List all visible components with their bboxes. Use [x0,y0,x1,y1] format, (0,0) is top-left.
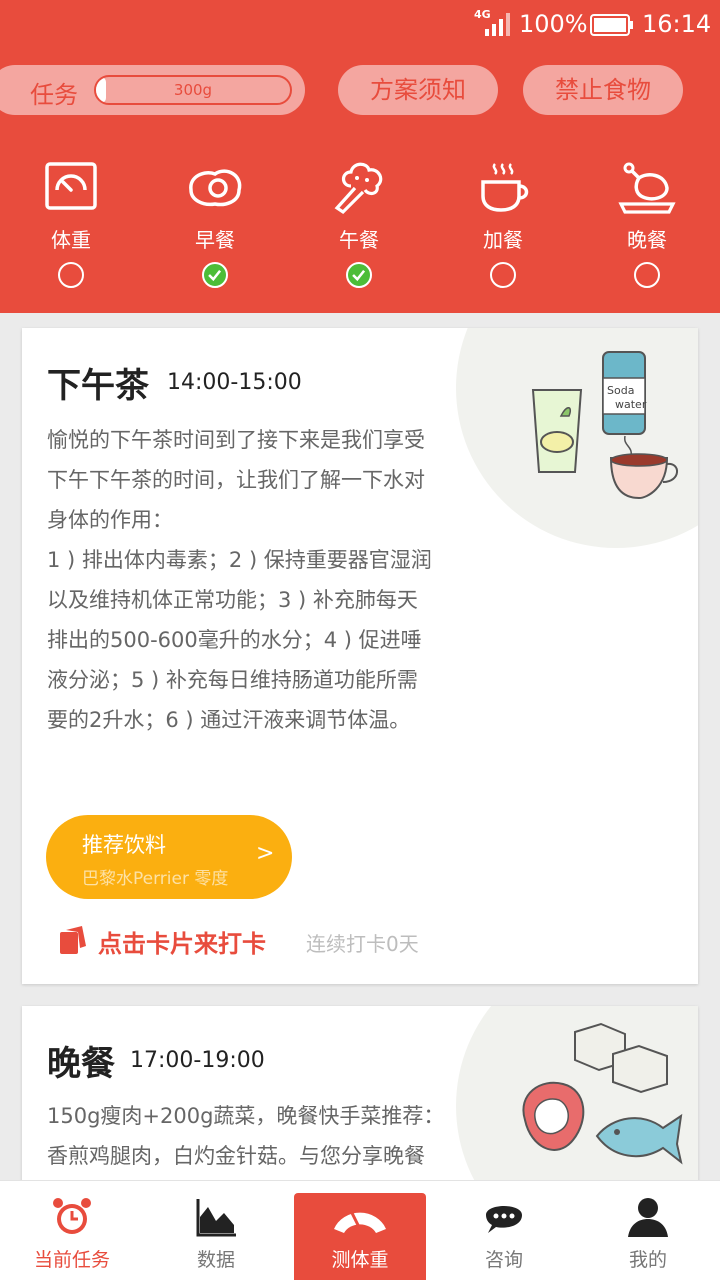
card-stack-icon [60,926,86,954]
person-icon [628,1198,668,1237]
desc-line: 愉悦的下午茶时间到了接下来是我们享受 [47,428,425,452]
task-progress-bar: 300g [94,75,292,105]
drinks-illustration: Soda water [531,351,678,500]
check-icon [352,269,366,282]
scale-gauge-icon [334,1212,386,1233]
soda-label: Soda [607,384,634,397]
coffee-cup-icon [481,163,529,212]
step-check [346,262,372,288]
step-snack[interactable]: 加餐 [448,160,558,300]
checkin-streak: 连续打卡0天 [306,932,419,956]
step-label: 早餐 [195,228,235,252]
header: 任务 300g 方案须知 禁止食物 体重 早餐 午餐 加餐 晚餐 [0,50,720,313]
step-check [634,262,660,288]
meal-steps: 体重 早餐 午餐 加餐 晚餐 [0,160,720,300]
tab-mine[interactable]: 我的 [582,1181,714,1280]
drink-title: 推荐饮料 [82,833,166,857]
roast-chicken-icon [618,162,676,214]
desc-line: 香煎鸡腿肉，白灼金针菇。与您分享晚餐 [47,1144,425,1168]
card-title: 晚餐 [47,1044,115,1084]
tab-data[interactable]: 数据 [150,1181,282,1280]
card-time: 14:00-15:00 [167,370,302,395]
step-label: 晚餐 [627,228,667,252]
scale-icon [45,162,97,210]
fried-egg-icon [189,169,242,207]
tab-label: 数据 [196,1249,235,1271]
step-weight[interactable]: 体重 [16,160,126,300]
chevron-right-icon: > [256,841,275,866]
afternoon-tea-card[interactable]: Soda water 下午茶 14:00-15:00 愉悦的下午茶时间到了接下来… [22,328,698,984]
tab-consult[interactable]: 咨询 [438,1181,570,1280]
bottom-tab-bar: 当前任务 数据 测体重 咨询 我的 [0,1180,720,1280]
step-check [58,262,84,288]
tab-label: 我的 [628,1249,667,1271]
card-description: 愉悦的下午茶时间到了接下来是我们享受 下午下午茶的时间，让我们了解一下水对 身体… [47,420,527,740]
tab-current-task[interactable]: 当前任务 [6,1181,138,1280]
tab-label: 当前任务 [33,1249,110,1271]
task-progress-value: 300g [173,81,213,99]
chat-bubble-icon [486,1206,522,1233]
battery-icon [590,14,633,36]
battery-percent: 100% [519,10,588,38]
desc-line: 150g瘦肉+200g蔬菜，晚餐快手菜推荐： [47,1104,445,1128]
water-label: water [615,398,647,411]
desc-line: 以及维持机体正常功能；3 ) 补充肺每天 [47,588,418,612]
desc-line: 液分泌；5 ) 补充每日维持肠道功能所需 [47,668,418,692]
card-time: 17:00-19:00 [130,1048,265,1073]
forbidden-food-button[interactable]: 禁止食物 [523,65,683,115]
checkin-label: 点击卡片来打卡 [98,930,266,958]
tab-weigh[interactable]: 测体重 [294,1193,426,1280]
check-icon [208,269,222,282]
step-lunch[interactable]: 午餐 [304,160,414,300]
broccoli-icon [334,162,383,215]
desc-line: 排出的500-600毫升的水分；4 ) 促进唾 [47,628,422,652]
dinner-illustration [522,1022,683,1165]
step-check [490,262,516,288]
card-title: 下午茶 [47,366,149,406]
step-dinner[interactable]: 晚餐 [592,160,702,300]
desc-line: 1 ) 排出体内毒素；2 ) 保持重要器官湿润 [47,548,432,572]
desc-line: 身体的作用： [47,508,173,532]
card-description: 150g瘦肉+200g蔬菜，晚餐快手菜推荐： 香煎鸡腿肉，白灼金针菇。与您分享晚… [47,1096,537,1176]
step-label: 体重 [51,228,91,252]
signal-icon [485,13,510,36]
alarm-clock-icon [53,1198,91,1234]
status-clock: 16:14 [642,10,712,38]
step-label: 加餐 [483,228,523,252]
plan-notice-button[interactable]: 方案须知 [338,65,498,115]
task-label: 任务 [30,81,78,109]
status-bar: 4G 100% 16:14 [0,0,720,50]
drink-name: 巴黎水Perrier 零度 [82,869,229,889]
desc-line: 下午下午茶的时间，让我们了解一下水对 [47,468,425,492]
step-check [202,262,228,288]
task-progress-pill[interactable]: 任务 300g [0,65,305,115]
tab-label: 测体重 [331,1249,389,1271]
chart-icon [196,1199,236,1237]
step-label: 午餐 [339,228,379,252]
desc-line: 要的2升水；6 ) 通过汗液来调节体温。 [47,708,411,732]
dinner-card[interactable]: 晚餐 17:00-19:00 150g瘦肉+200g蔬菜，晚餐快手菜推荐： 香煎… [22,1006,698,1196]
step-breakfast[interactable]: 早餐 [160,160,270,300]
tab-label: 咨询 [484,1249,523,1271]
recommended-drink-button[interactable]: 推荐饮料 巴黎水Perrier 零度 > [46,815,292,899]
